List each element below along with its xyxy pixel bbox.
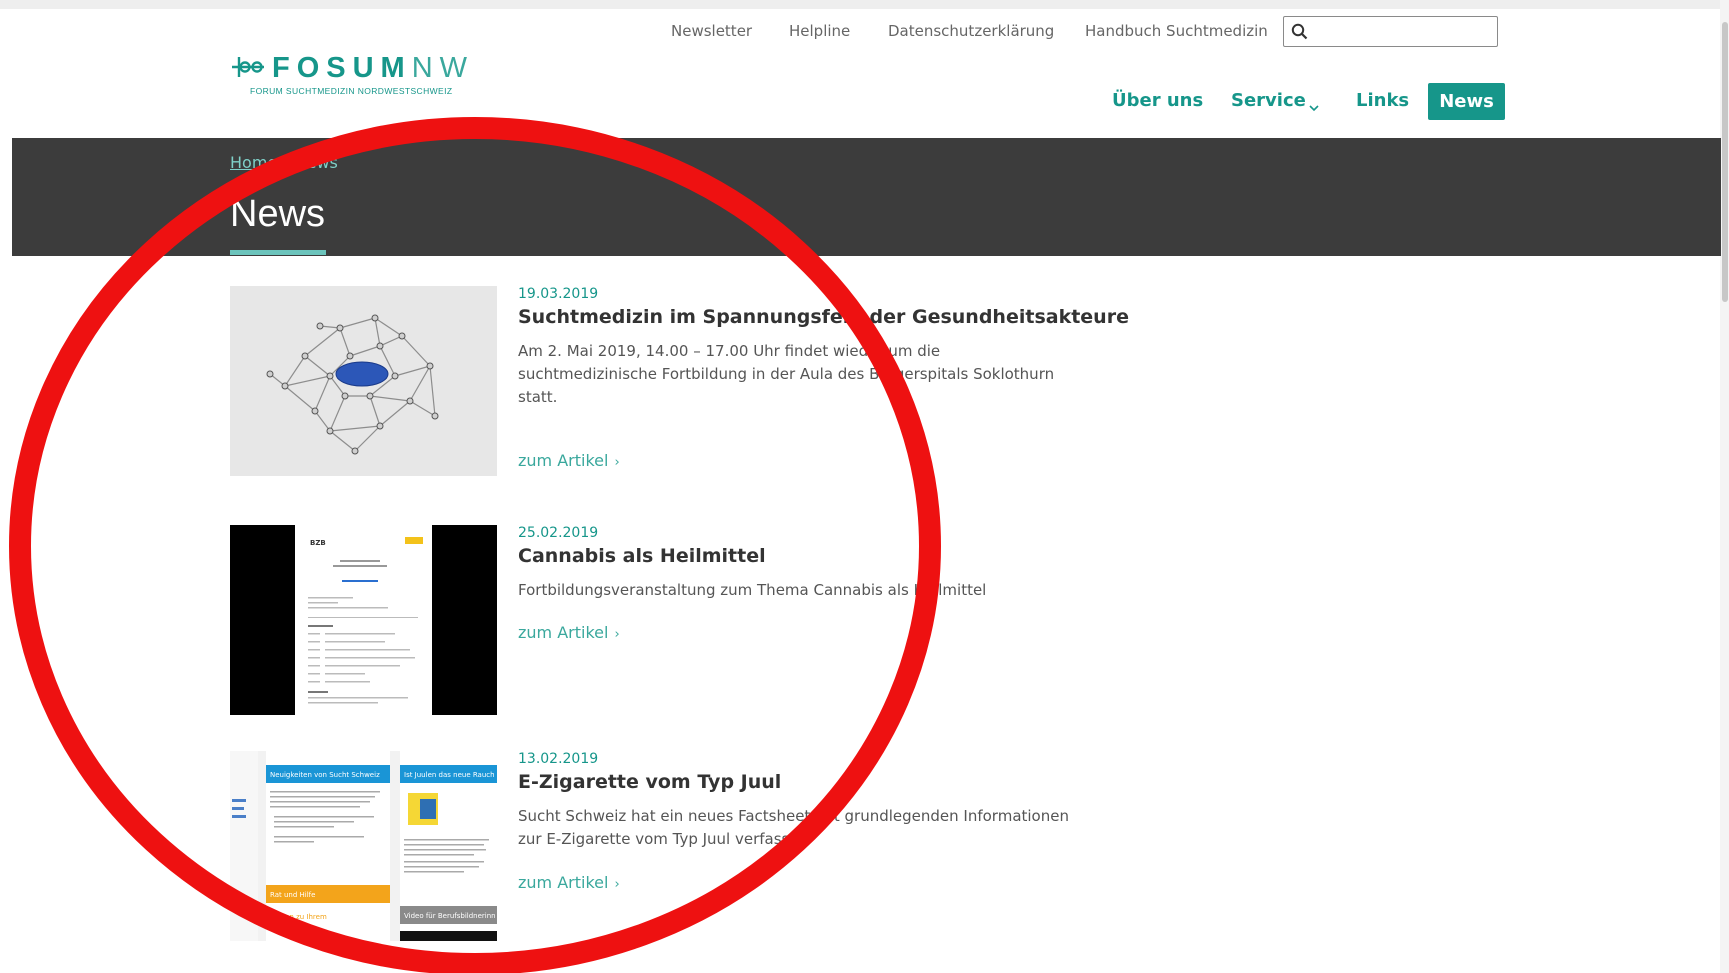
chevron-right-icon: › xyxy=(614,455,620,470)
browser-top-strip xyxy=(0,0,1729,9)
logo-wordmark: FOSUMNW xyxy=(272,52,474,85)
news-teaser: Am 2. Mai 2019, 14.00 – 17.00 Uhr findet… xyxy=(518,342,1055,406)
news-thumbnail-network[interactable] xyxy=(230,286,497,476)
logo-name-bold: FOSUM xyxy=(272,52,412,84)
site-logo[interactable]: FOSUMNW FORUM SUCHTMEDIZIN NORDWESTSCHWE… xyxy=(230,52,474,96)
doc-logo: BZB xyxy=(310,539,326,547)
thumb-newsletter-header: Neuigkeiten von Sucht Schweiz xyxy=(270,771,380,779)
read-more-label: zum Artikel xyxy=(518,873,609,892)
thumb-newsletter-side-header: Ist Juulen das neue Rauch xyxy=(404,771,495,779)
search-input[interactable] xyxy=(1314,20,1493,44)
read-more-link[interactable]: zum Artikel › xyxy=(518,873,620,892)
news-title-link[interactable]: Cannabis als Heilmittel xyxy=(518,545,1118,567)
thumb-newsletter-orange: Rat und Hilfe xyxy=(270,891,315,899)
chevron-right-icon: › xyxy=(614,877,620,892)
news-title-link[interactable]: E-Zigarette vom Typ Juul xyxy=(518,771,1078,793)
news-thumbnail-newsletter[interactable]: Neuigkeiten von Sucht Schweiz Rat und Hi… xyxy=(230,751,497,941)
news-date: 13.02.2019 xyxy=(518,751,599,767)
news-teaser: Fortbildungsveranstaltung zum Thema Cann… xyxy=(518,581,987,599)
page-title: News xyxy=(230,193,326,235)
scrollbar-thumb[interactable] xyxy=(1722,22,1728,302)
news-date: 19.03.2019 xyxy=(518,286,599,302)
read-more-label: zum Artikel xyxy=(518,451,609,470)
chevron-down-icon[interactable] xyxy=(1309,97,1319,116)
news-thumbnail-document[interactable]: BZB xyxy=(230,525,497,715)
page-scrollbar[interactable] xyxy=(1720,0,1729,973)
logo-name-thin: NW xyxy=(411,52,475,84)
breadcrumb: Home / News xyxy=(230,153,338,172)
logo-subtitle: FORUM SUCHTMEDIZIN NORDWESTSCHWEIZ xyxy=(250,86,453,96)
news-title-link[interactable]: Suchtmedizin im Spannungsfeld der Gesund… xyxy=(518,306,1129,328)
utility-link-handbook[interactable]: Handbuch Suchtmedizin xyxy=(1085,22,1268,40)
search-icon[interactable] xyxy=(1291,23,1308,44)
title-underline xyxy=(230,250,326,255)
news-date: 25.02.2019 xyxy=(518,525,599,541)
search-field[interactable] xyxy=(1283,16,1498,47)
breadcrumb-home[interactable]: Home xyxy=(230,153,277,172)
utility-link-privacy[interactable]: Datenschutzerklärung xyxy=(888,22,1054,40)
breadcrumb-separator: / xyxy=(283,153,289,172)
read-more-label: zum Artikel xyxy=(518,623,609,642)
nav-item-news-active[interactable]: News xyxy=(1428,83,1505,120)
logo-icon xyxy=(230,55,266,83)
read-more-link[interactable]: zum Artikel › xyxy=(518,623,620,642)
chevron-right-icon: › xyxy=(614,627,620,642)
nav-item-about[interactable]: Über uns xyxy=(1112,90,1203,111)
nav-item-service[interactable]: Service xyxy=(1231,90,1306,111)
breadcrumb-current: News xyxy=(294,153,338,172)
read-more-link[interactable]: zum Artikel › xyxy=(518,451,620,470)
nav-item-links[interactable]: Links xyxy=(1356,90,1409,111)
news-teaser: Sucht Schweiz hat ein neues Factsheet mi… xyxy=(518,807,1069,848)
utility-link-helpline[interactable]: Helpline xyxy=(789,22,850,40)
utility-link-newsletter[interactable]: Newsletter xyxy=(671,22,752,40)
thumb-newsletter-video: Video für Berufsbildnerinn xyxy=(404,912,496,920)
thumb-newsletter-orange-text: Fragen zu Ihrem xyxy=(270,913,327,921)
